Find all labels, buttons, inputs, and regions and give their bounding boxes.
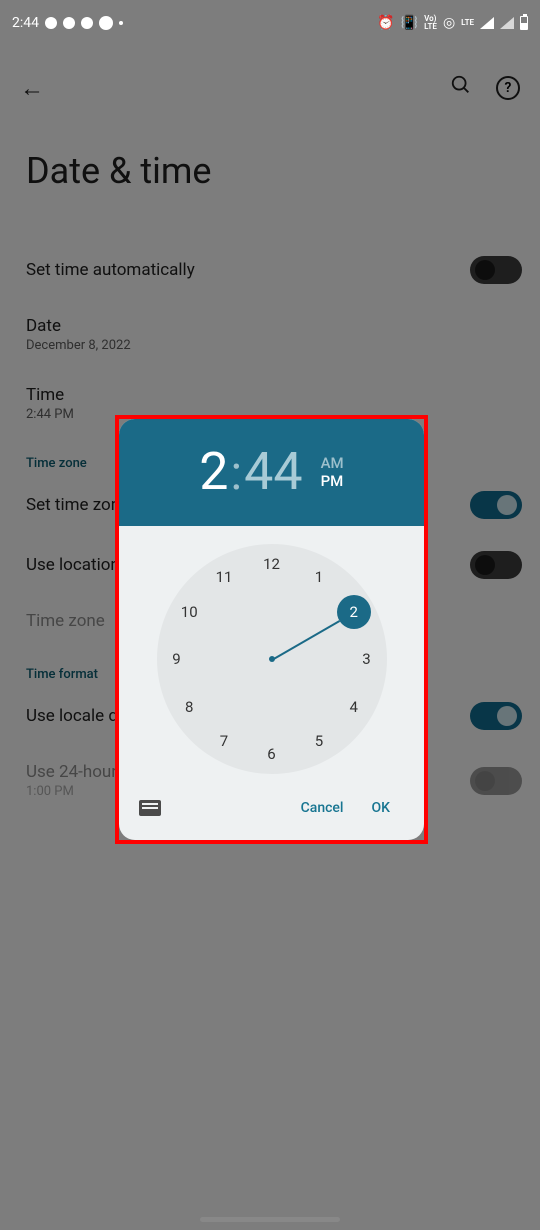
alarm-icon: ⏰ bbox=[377, 15, 394, 31]
time-picker-dialog: 2 : 44 AM PM 121234567891011 Cancel OK bbox=[119, 419, 424, 840]
dialog-header: 2 : 44 AM PM bbox=[119, 419, 424, 526]
time-colon: : bbox=[231, 444, 243, 501]
clock-hand bbox=[271, 620, 340, 661]
notification-icon bbox=[63, 17, 75, 29]
clock-number-8[interactable]: 8 bbox=[176, 694, 202, 720]
clock-number-6[interactable]: 6 bbox=[259, 741, 285, 767]
clock-number-3[interactable]: 3 bbox=[354, 646, 380, 672]
keyboard-icon[interactable] bbox=[139, 800, 161, 816]
clock-number-12[interactable]: 12 bbox=[259, 551, 285, 577]
clock-number-7[interactable]: 7 bbox=[211, 728, 237, 754]
notification-more-icon bbox=[119, 21, 123, 25]
hour-display[interactable]: 2 bbox=[199, 441, 228, 502]
clock-number-9[interactable]: 9 bbox=[164, 646, 190, 672]
statusbar-time: 2:44 bbox=[12, 15, 39, 31]
cancel-button[interactable]: Cancel bbox=[287, 792, 358, 824]
pm-toggle[interactable]: PM bbox=[321, 472, 344, 490]
ok-button[interactable]: OK bbox=[358, 792, 405, 824]
clock-selected-hour[interactable]: 2 bbox=[337, 595, 371, 629]
highlight-frame: 2 : 44 AM PM 121234567891011 Cancel OK bbox=[115, 415, 428, 844]
vibrate-icon: 📳 bbox=[401, 15, 418, 31]
clock-number-1[interactable]: 1 bbox=[306, 564, 332, 590]
clock-number-10[interactable]: 10 bbox=[176, 599, 202, 625]
clock-face[interactable]: 12 12 3 45678 9 10 11 bbox=[157, 544, 387, 774]
nav-handle[interactable] bbox=[200, 1217, 340, 1222]
battery-icon bbox=[520, 16, 528, 30]
clock-number-11[interactable]: 11 bbox=[211, 564, 237, 590]
clock-number-5[interactable]: 5 bbox=[306, 728, 332, 754]
am-toggle[interactable]: AM bbox=[321, 454, 344, 472]
clock-number-4[interactable]: 4 bbox=[341, 694, 367, 720]
status-bar: 2:44 ⏰ 📳 Vo)LTE ◎ LTE bbox=[0, 0, 540, 46]
volte-icon: Vo)LTE bbox=[424, 15, 437, 31]
hotspot-icon: ◎ bbox=[443, 15, 455, 31]
signal-icon bbox=[480, 17, 494, 29]
lte-label: LTE bbox=[461, 19, 474, 27]
notification-icon bbox=[99, 16, 113, 30]
notification-icon bbox=[81, 17, 93, 29]
notification-icon bbox=[45, 17, 57, 29]
signal-icon-2 bbox=[500, 17, 514, 29]
minute-display[interactable]: 44 bbox=[244, 441, 302, 502]
